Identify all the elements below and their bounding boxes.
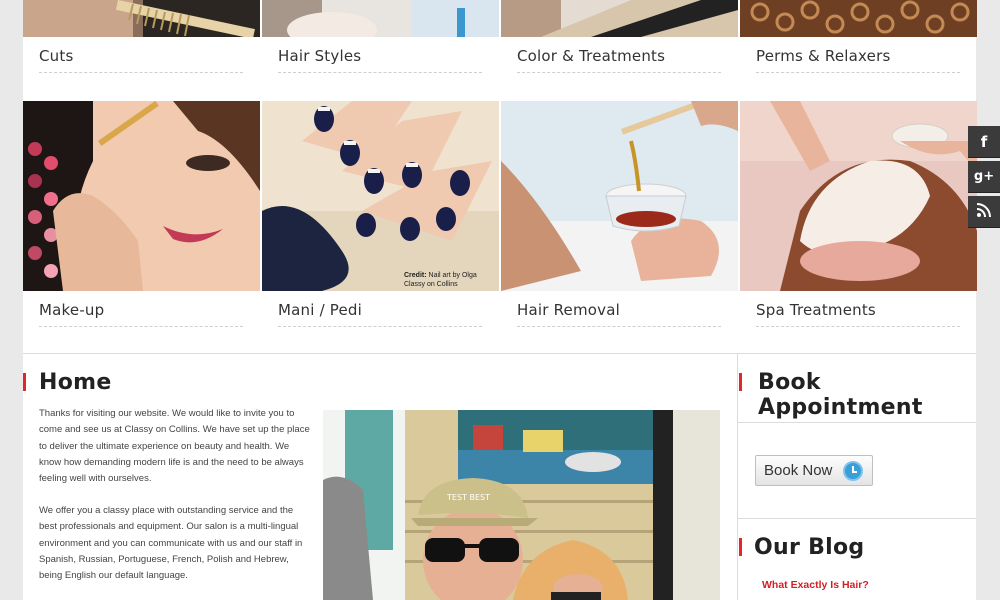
home-paragraph-2: We offer you a classy place with outstan… — [39, 505, 303, 582]
book-now-label: Book Now — [764, 462, 833, 479]
sidebar-divider — [738, 422, 976, 423]
rss-icon — [976, 202, 992, 222]
dashed-divider — [278, 72, 482, 73]
service-card-cuts[interactable]: Cuts — [23, 0, 260, 80]
salon-photo: TEST BEST — [323, 410, 720, 600]
dashed-divider — [756, 326, 960, 327]
credit-label: Credit: — [404, 272, 427, 279]
dashed-divider — [278, 326, 482, 327]
service-label: Color & Treatments — [517, 47, 666, 65]
service-label: Perms & Relaxers — [756, 47, 891, 65]
blog-post-link[interactable]: What Exactly Is Hair? — [762, 579, 869, 591]
make-up-image — [23, 101, 260, 291]
our-blog-title: Our Blog — [754, 535, 865, 560]
dashed-divider — [39, 326, 243, 327]
page-content: Cuts Hair Styles Color & Treatments Perm… — [23, 0, 977, 600]
service-label: Hair Styles — [278, 47, 362, 65]
mani-pedi-image: Credit: Nail art by Olga Classy on Colli… — [262, 101, 499, 291]
perms-relaxers-image — [740, 0, 977, 37]
google-plus-icon: g+ — [973, 169, 995, 184]
service-card-make-up[interactable]: Make-up — [23, 101, 260, 341]
accent-bar — [23, 373, 26, 391]
facebook-button[interactable]: f — [968, 126, 1000, 158]
service-label: Spa Treatments — [756, 301, 876, 319]
service-card-mani-pedi[interactable]: Credit: Nail art by Olga Classy on Colli… — [262, 101, 499, 341]
service-label: Mani / Pedi — [278, 301, 363, 319]
service-card-hair-removal[interactable]: Hair Removal — [501, 101, 738, 341]
svg-text:Credit: Nail art by Olga: Credit: Nail art by Olga — [404, 272, 477, 279]
service-label: Hair Removal — [517, 301, 620, 319]
credit-text-line2: Classy on Collins — [404, 281, 458, 288]
credit-text: Nail art by Olga — [427, 272, 477, 279]
home-title: Home — [39, 370, 112, 395]
service-label: Cuts — [39, 47, 74, 65]
service-card-color-treatments[interactable]: Color & Treatments — [501, 0, 738, 80]
google-plus-button[interactable]: g+ — [968, 161, 1000, 193]
home-paragraph-1: Thanks for visiting our website. We woul… — [39, 408, 310, 485]
dashed-divider — [517, 72, 721, 73]
dashed-divider — [756, 72, 960, 73]
book-now-button[interactable]: Book Now — [755, 455, 873, 486]
color-treatments-image — [501, 0, 738, 37]
dashed-divider — [39, 72, 243, 73]
service-label: Make-up — [39, 301, 105, 319]
dashed-divider — [517, 326, 721, 327]
cuts-image — [23, 0, 260, 37]
spa-treatments-image — [740, 101, 977, 291]
service-card-perms-relaxers[interactable]: Perms & Relaxers — [740, 0, 977, 80]
column-divider — [737, 353, 738, 600]
hair-removal-image — [501, 101, 738, 291]
hair-styles-image — [262, 0, 499, 37]
cap-text: TEST BEST — [446, 493, 490, 502]
rss-button[interactable] — [968, 196, 1000, 228]
service-card-spa-treatments[interactable]: Spa Treatments — [740, 101, 977, 341]
clock-icon — [843, 461, 863, 481]
accent-bar — [739, 373, 742, 391]
facebook-icon: f — [980, 132, 988, 151]
service-card-hair-styles[interactable]: Hair Styles — [262, 0, 499, 80]
book-appointment-title: Book Appointment — [758, 370, 923, 420]
sidebar-divider — [738, 518, 976, 519]
section-divider — [23, 353, 976, 354]
accent-bar — [739, 538, 742, 556]
